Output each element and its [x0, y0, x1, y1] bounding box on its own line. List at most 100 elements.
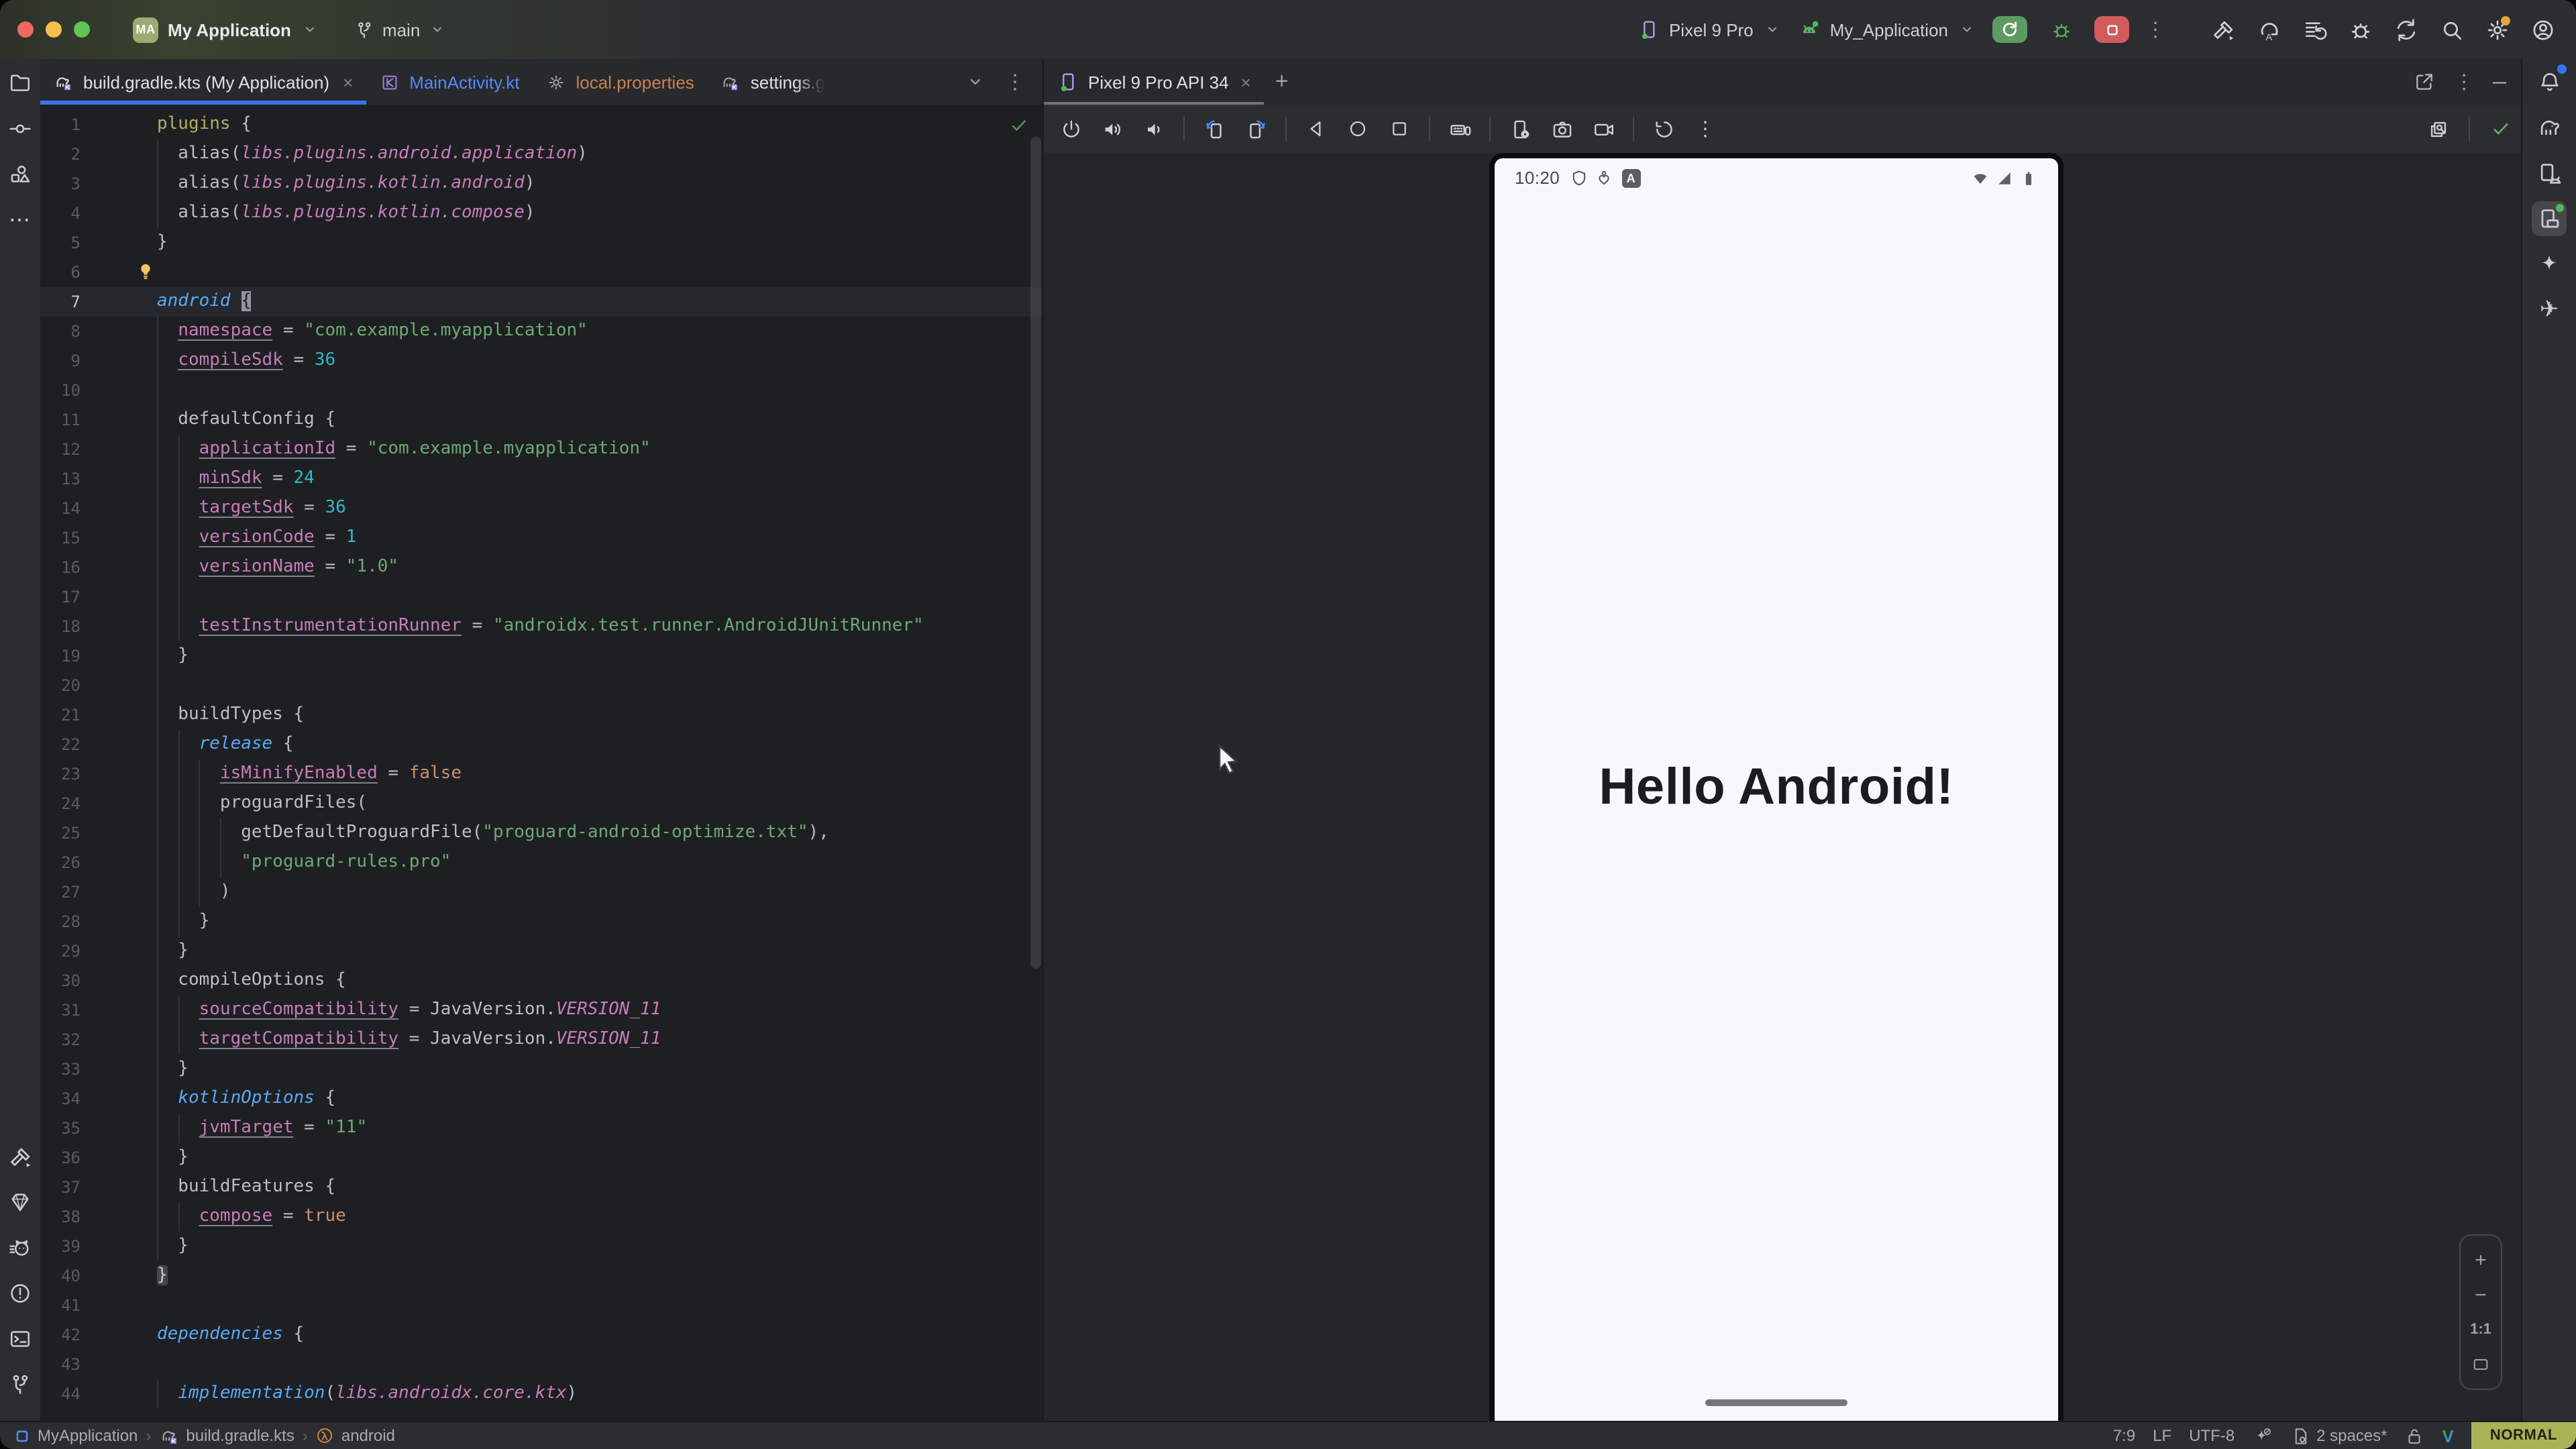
code-line[interactable]: 6	[40, 258, 1042, 287]
line-number[interactable]: 22	[40, 730, 90, 759]
editor-tab[interactable]: settings.g	[708, 59, 839, 105]
back-icon[interactable]	[1301, 114, 1331, 144]
line-number[interactable]: 10	[40, 376, 90, 405]
sidebar-gem-icon[interactable]	[4, 1186, 36, 1218]
apply-changes-icon[interactable]: A	[2254, 15, 2284, 44]
code-line[interactable]: 30 compileOptions {	[40, 966, 1042, 996]
line-number[interactable]: 20	[40, 671, 90, 700]
file-encoding[interactable]: UTF-8	[2189, 1426, 2235, 1445]
line-number[interactable]: 7	[40, 287, 90, 317]
rotate-right-icon[interactable]	[1241, 114, 1271, 144]
line-number[interactable]: 21	[40, 700, 90, 730]
device-settings-icon[interactable]	[1505, 114, 1535, 144]
line-number[interactable]: 13	[40, 464, 90, 494]
run-configuration-selector[interactable]: My_Application	[1798, 18, 1976, 41]
code-line[interactable]: 9 compileSdk = 36	[40, 346, 1042, 376]
code-line[interactable]: 23 isMinifyEnabled = false	[40, 759, 1042, 789]
line-number[interactable]: 43	[40, 1350, 90, 1379]
line-number[interactable]: 27	[40, 877, 90, 907]
line-number[interactable]: 28	[40, 907, 90, 936]
line-number[interactable]: 25	[40, 818, 90, 848]
code-line[interactable]: 32 targetCompatibility = JavaVersion.VER…	[40, 1025, 1042, 1055]
code-line[interactable]: 43	[40, 1350, 1042, 1379]
project-widget[interactable]: MA My Application	[133, 17, 319, 42]
line-number[interactable]: 15	[40, 523, 90, 553]
emulator-screen[interactable]: 10:20 A Hello Android!	[1495, 158, 2058, 1422]
line-number[interactable]: 11	[40, 405, 90, 435]
search-everywhere-icon[interactable]	[2436, 15, 2466, 44]
more-icon[interactable]: ⋮	[1690, 114, 1720, 144]
rerun-button[interactable]	[1992, 16, 2027, 43]
editor-tab[interactable]: local.properties	[533, 59, 707, 105]
line-number[interactable]: 12	[40, 435, 90, 464]
line-number[interactable]: 44	[40, 1379, 90, 1409]
volume-down-icon[interactable]	[1139, 114, 1169, 144]
close-window-button[interactable]	[17, 21, 34, 38]
zoom-in-button[interactable]: +	[2461, 1244, 2501, 1276]
line-number[interactable]: 4	[40, 199, 90, 228]
code-line[interactable]: 35 jvmTarget = "11"	[40, 1114, 1042, 1143]
code-line[interactable]: 22 release {	[40, 730, 1042, 759]
code-line[interactable]: 18 testInstrumentationRunner = "androidx…	[40, 612, 1042, 641]
power-icon[interactable]	[1056, 114, 1085, 144]
code-line[interactable]: 21 buildTypes {	[40, 700, 1042, 730]
sidebar-build-hammer-icon[interactable]	[4, 1140, 36, 1173]
code-line[interactable]: 1plugins {	[40, 110, 1042, 140]
editor-tab[interactable]: build.gradle.kts (My Application)×	[40, 59, 366, 105]
line-number[interactable]: 37	[40, 1173, 90, 1202]
screen-record-icon[interactable]	[1589, 114, 1618, 144]
home-icon[interactable]	[1343, 114, 1373, 144]
code-line[interactable]: 13 minSdk = 24	[40, 464, 1042, 494]
code-line[interactable]: 27 )	[40, 877, 1042, 907]
code-line[interactable]: 14 targetSdk = 36	[40, 494, 1042, 523]
screenshot-icon[interactable]	[1547, 114, 1576, 144]
code-line[interactable]: 11 defaultConfig {	[40, 405, 1042, 435]
sidebar-gemini-spark-icon[interactable]	[2532, 247, 2567, 282]
code-line[interactable]: 25 getDefaultProguardFile("proguard-andr…	[40, 818, 1042, 848]
line-number[interactable]: 42	[40, 1320, 90, 1350]
code-line[interactable]: 28 }	[40, 907, 1042, 936]
code-line[interactable]: 37 buildFeatures {	[40, 1173, 1042, 1202]
breadcrumb-item[interactable]: MyApplication	[13, 1426, 138, 1445]
minimize-window-button[interactable]	[46, 21, 62, 38]
breadcrumb-item[interactable]: android	[316, 1426, 395, 1445]
code-line[interactable]: 42dependencies {	[40, 1320, 1042, 1350]
more-run-actions-icon[interactable]: ⋮	[2145, 19, 2165, 40]
stop-button[interactable]	[2094, 16, 2129, 43]
ui-check-ok-icon[interactable]	[2486, 114, 2516, 144]
sidebar-resource-manager-icon[interactable]	[4, 158, 36, 191]
line-number[interactable]: 36	[40, 1143, 90, 1173]
sidebar-device-manager-icon[interactable]	[2532, 156, 2567, 191]
line-number[interactable]: 5	[40, 228, 90, 258]
sidebar-running-devices-icon[interactable]	[2532, 201, 2567, 236]
apply-code-changes-icon[interactable]	[2300, 15, 2329, 44]
code-line[interactable]: 3 alias(libs.plugins.kotlin.android)	[40, 169, 1042, 199]
build-hammer-icon[interactable]	[2208, 15, 2238, 44]
zoom-out-button[interactable]: −	[2461, 1279, 2501, 1311]
intention-bulb-icon[interactable]	[136, 262, 156, 282]
code-line[interactable]: 10	[40, 376, 1042, 405]
sidebar-version-control-icon[interactable]	[4, 1368, 36, 1401]
sidebar-more-tools-icon[interactable]: ⋯	[4, 204, 36, 236]
line-number[interactable]: 18	[40, 612, 90, 641]
zoom-window-button[interactable]	[74, 21, 90, 38]
line-number[interactable]: 39	[40, 1232, 90, 1261]
line-number[interactable]: 33	[40, 1055, 90, 1084]
inspections-ok-icon[interactable]	[1009, 115, 1029, 136]
line-number[interactable]: 23	[40, 759, 90, 789]
zoom-actual-size-button[interactable]: 1:1	[2461, 1313, 2501, 1346]
code-line[interactable]: 2 alias(libs.plugins.android.application…	[40, 140, 1042, 169]
code-line[interactable]: 26 "proguard-rules.pro"	[40, 848, 1042, 877]
breadcrumb-item[interactable]: build.gradle.kts	[159, 1426, 294, 1446]
code-line[interactable]: 24 proguardFiles(	[40, 789, 1042, 818]
settings-icon[interactable]	[2482, 15, 2512, 44]
snapshots-icon[interactable]	[1649, 114, 1678, 144]
line-number[interactable]: 1	[40, 110, 90, 140]
emulator-viewport[interactable]: 10:20 A Hello Android! + − 1:1	[1044, 153, 2524, 1422]
line-number[interactable]: 38	[40, 1202, 90, 1232]
caret-position[interactable]: 7:9	[2113, 1426, 2135, 1445]
close-icon[interactable]: ×	[1241, 72, 1251, 92]
code-line[interactable]: 16 versionName = "1.0"	[40, 553, 1042, 582]
vim-mode-badge[interactable]: NORMAL	[2471, 1422, 2576, 1449]
close-icon[interactable]: ×	[343, 72, 353, 92]
